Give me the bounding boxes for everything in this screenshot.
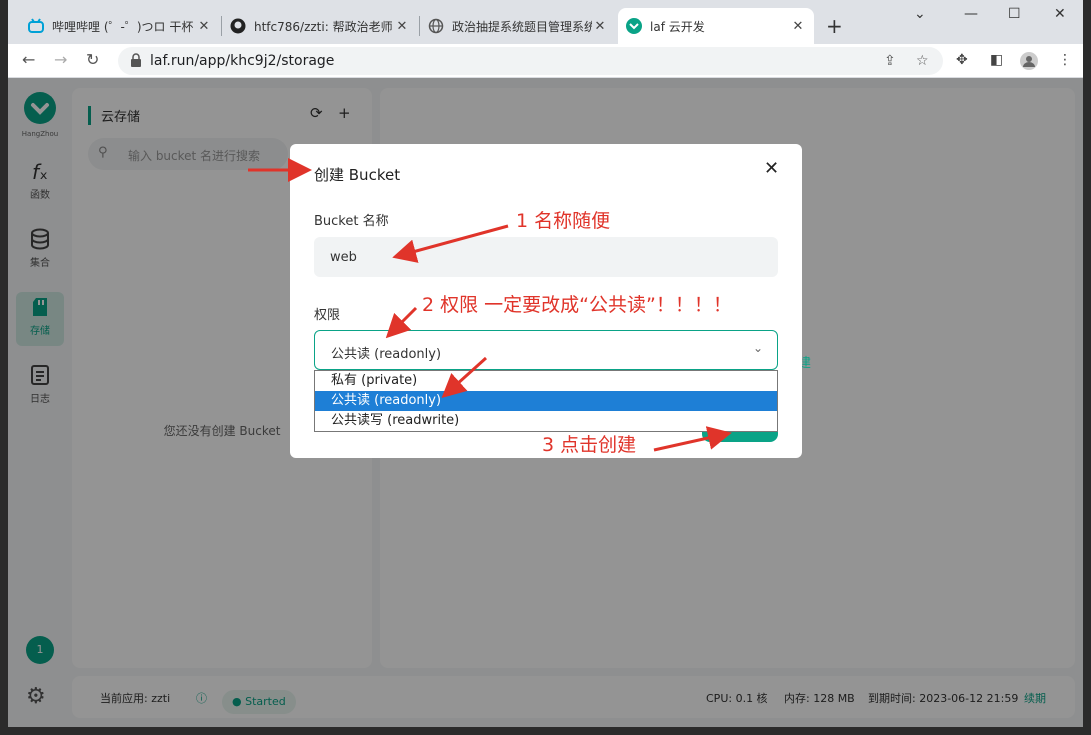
- annotation-arrows: [248, 158, 732, 452]
- arrow-to-name-input: [392, 224, 509, 263]
- arrow-to-policy-select: [385, 306, 418, 339]
- arrow-to-readonly-option: [441, 356, 488, 399]
- arrow-to-create-button: [653, 426, 732, 452]
- browser-window: 哔哩哔哩 (゜-゜)つロ 干杯 ✕ htfc786/zzti: 帮政治老师 ✕ …: [8, 0, 1083, 727]
